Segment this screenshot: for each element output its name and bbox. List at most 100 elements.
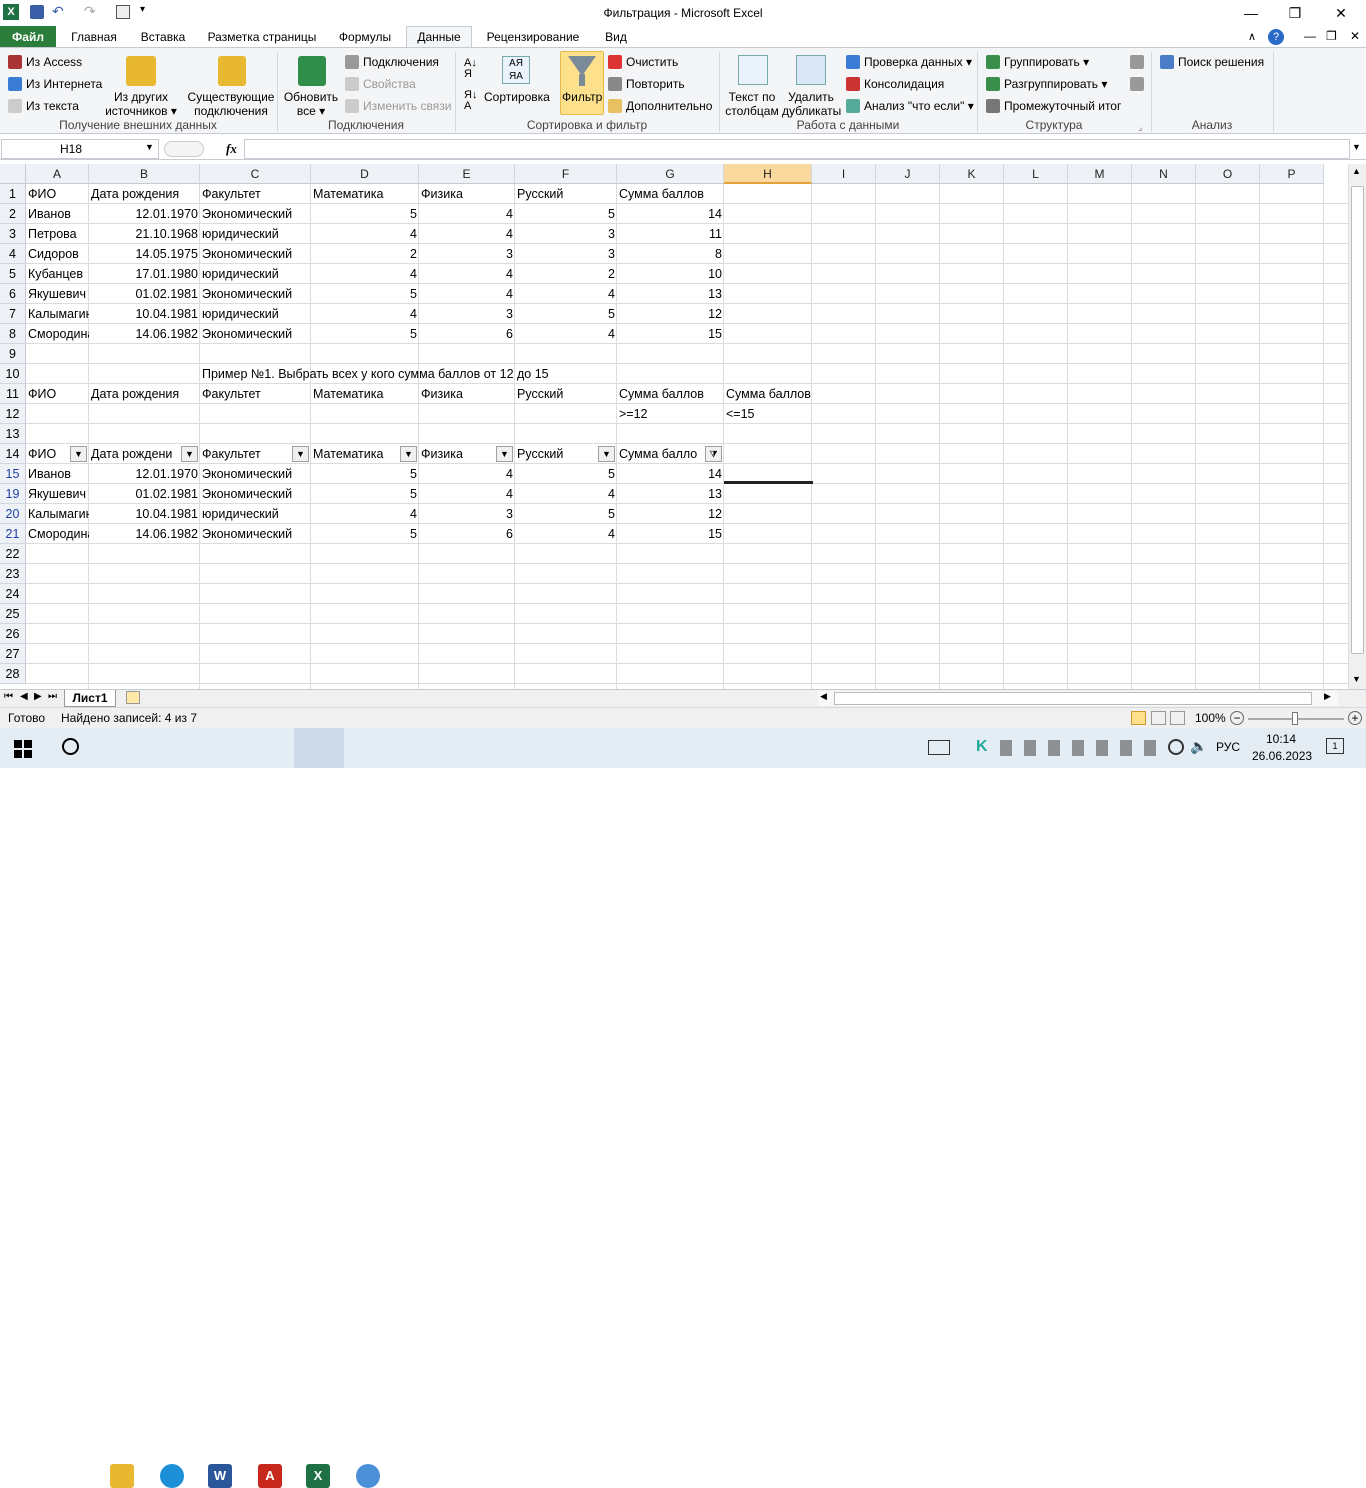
row-header-5[interactable]: 5 [0, 264, 26, 284]
cell-a-5[interactable]: Кубанцев [26, 264, 89, 284]
cell-b-4[interactable]: 14.05.1975 [89, 244, 200, 264]
cell-e-6[interactable]: 4 [419, 284, 515, 304]
cell-g-21[interactable]: 15 [617, 524, 724, 544]
notification-icon[interactable]: 1 [1326, 738, 1344, 754]
row-header-22[interactable]: 22 [0, 544, 26, 564]
cell-f-1[interactable]: Русский [515, 184, 617, 204]
cell-d-1[interactable]: Математика [311, 184, 419, 204]
clear-button[interactable]: Очистить [626, 55, 678, 69]
column-header-b[interactable]: B [89, 164, 200, 184]
start-icon[interactable] [14, 740, 32, 758]
sheet-nav-first-icon[interactable]: ⏮ [4, 691, 13, 702]
zoom-out-icon[interactable]: − [1230, 711, 1244, 725]
connections-button[interactable]: Подключения [363, 55, 439, 69]
column-header-o[interactable]: O [1196, 164, 1260, 184]
cell-g-20[interactable]: 12 [617, 504, 724, 524]
cell-e-3[interactable]: 4 [419, 224, 515, 244]
cell-a-21[interactable]: Смородина [26, 524, 89, 544]
doc-minimize-icon[interactable]: — [1304, 29, 1316, 43]
cell-e-5[interactable]: 4 [419, 264, 515, 284]
sheet-tab-list1[interactable]: Лист1 [64, 690, 116, 707]
tab-insert[interactable]: Вставка [134, 26, 192, 48]
active-filter-dropdown-icon[interactable]: ⧩ [705, 446, 722, 462]
column-header-k[interactable]: K [940, 164, 1004, 184]
cell-f-5[interactable]: 2 [515, 264, 617, 284]
column-header-g[interactable]: G [617, 164, 724, 184]
app-globe-icon[interactable] [356, 1464, 380, 1488]
cell-h-12[interactable]: <=15 [724, 404, 812, 424]
cell-b-21[interactable]: 14.06.1982 [89, 524, 200, 544]
column-header-n[interactable]: N [1132, 164, 1196, 184]
doc-restore-icon[interactable]: ❐ [1326, 29, 1337, 43]
edit-links-button[interactable]: Изменить связи [363, 99, 451, 113]
cell-e-7[interactable]: 3 [419, 304, 515, 324]
cell-a-11[interactable]: ФИО [26, 384, 89, 404]
hscroll-thumb[interactable] [834, 692, 1312, 705]
row-header-27[interactable]: 27 [0, 644, 26, 664]
hscroll-right-icon[interactable]: ▶ [1324, 691, 1331, 702]
help-icon[interactable]: ? [1268, 29, 1284, 45]
column-header-l[interactable]: L [1004, 164, 1068, 184]
cell-b-2[interactable]: 12.01.1970 [89, 204, 200, 224]
column-header-j[interactable]: J [876, 164, 940, 184]
cell-e-8[interactable]: 6 [419, 324, 515, 344]
show-detail-icon[interactable] [1130, 55, 1144, 69]
filter-dropdown-icon[interactable]: ▼ [70, 446, 87, 462]
properties-button[interactable]: Свойства [363, 77, 416, 91]
cell-a-7[interactable]: Калымагина [26, 304, 89, 324]
cell-b-6[interactable]: 01.02.1981 [89, 284, 200, 304]
whatif-button[interactable]: Анализ "что если" ▾ [864, 99, 974, 113]
edge-icon[interactable] [160, 1464, 184, 1488]
column-header-i[interactable]: I [812, 164, 876, 184]
word-icon[interactable]: W [208, 1464, 232, 1488]
scroll-thumb[interactable] [1351, 186, 1364, 654]
cell-d-20[interactable]: 4 [311, 504, 419, 524]
ribbon-minimize-icon[interactable]: ∧ [1248, 30, 1256, 43]
cell-g-15[interactable]: 14 [617, 464, 724, 484]
cell-d-3[interactable]: 4 [311, 224, 419, 244]
consolidate-button[interactable]: Консолидация [864, 77, 944, 91]
solver-button[interactable]: Поиск решения [1178, 55, 1264, 69]
cell-a-4[interactable]: Сидоров [26, 244, 89, 264]
row-header-1[interactable]: 1 [0, 184, 26, 204]
tab-file[interactable]: Файл [0, 26, 56, 48]
row-header-7[interactable]: 7 [0, 304, 26, 324]
cell-c-6[interactable]: Экономический [200, 284, 311, 304]
cell-a-3[interactable]: Петрова [26, 224, 89, 244]
ungroup-button[interactable]: Разгруппировать ▾ [1004, 77, 1107, 91]
cell-e-4[interactable]: 3 [419, 244, 515, 264]
cell-b-20[interactable]: 10.04.1981 [89, 504, 200, 524]
cell-c-7[interactable]: юридический [200, 304, 311, 324]
remove-duplicates-button[interactable]: Удалить дубликаты [782, 90, 841, 118]
minimize-button[interactable]: — [1228, 0, 1274, 26]
cell-c-15[interactable]: Экономический [200, 464, 311, 484]
tray-time[interactable]: 10:14 [1266, 732, 1296, 746]
select-all-corner[interactable] [0, 164, 26, 184]
row-header-4[interactable]: 4 [0, 244, 26, 264]
column-header-m[interactable]: M [1068, 164, 1132, 184]
new-sheet-icon[interactable] [126, 691, 140, 704]
cell-g-11[interactable]: Сумма баллов [617, 384, 724, 404]
cell-g-7[interactable]: 12 [617, 304, 724, 324]
cell-b-11[interactable]: Дата рождения [89, 384, 200, 404]
excel-icon[interactable]: X [306, 1464, 330, 1488]
tab-data[interactable]: Данные [406, 26, 472, 48]
zoom-in-icon[interactable]: + [1348, 711, 1362, 725]
horizontal-scrollbar[interactable]: ◀ ▶ [818, 691, 1338, 706]
scroll-down-icon[interactable]: ▼ [1352, 674, 1361, 684]
cell-f-21[interactable]: 4 [515, 524, 617, 544]
cell-c-1[interactable]: Факультет [200, 184, 311, 204]
name-box[interactable]: H18 [1, 139, 159, 159]
cell-f-7[interactable]: 5 [515, 304, 617, 324]
tray-date[interactable]: 26.06.2023 [1252, 749, 1312, 763]
cell-b-15[interactable]: 12.01.1970 [89, 464, 200, 484]
cell-f-6[interactable]: 4 [515, 284, 617, 304]
filter-dropdown-icon[interactable]: ▼ [181, 446, 198, 462]
doc-close-icon[interactable]: ✕ [1350, 29, 1360, 43]
cell-a-15[interactable]: Иванов [26, 464, 89, 484]
cell-d-19[interactable]: 5 [311, 484, 419, 504]
scroll-up-icon[interactable]: ▲ [1352, 166, 1361, 176]
cell-a-8[interactable]: Смородина [26, 324, 89, 344]
sheet-nav-next-icon[interactable]: ▶ [34, 691, 42, 702]
cell-d-11[interactable]: Математика [311, 384, 419, 404]
